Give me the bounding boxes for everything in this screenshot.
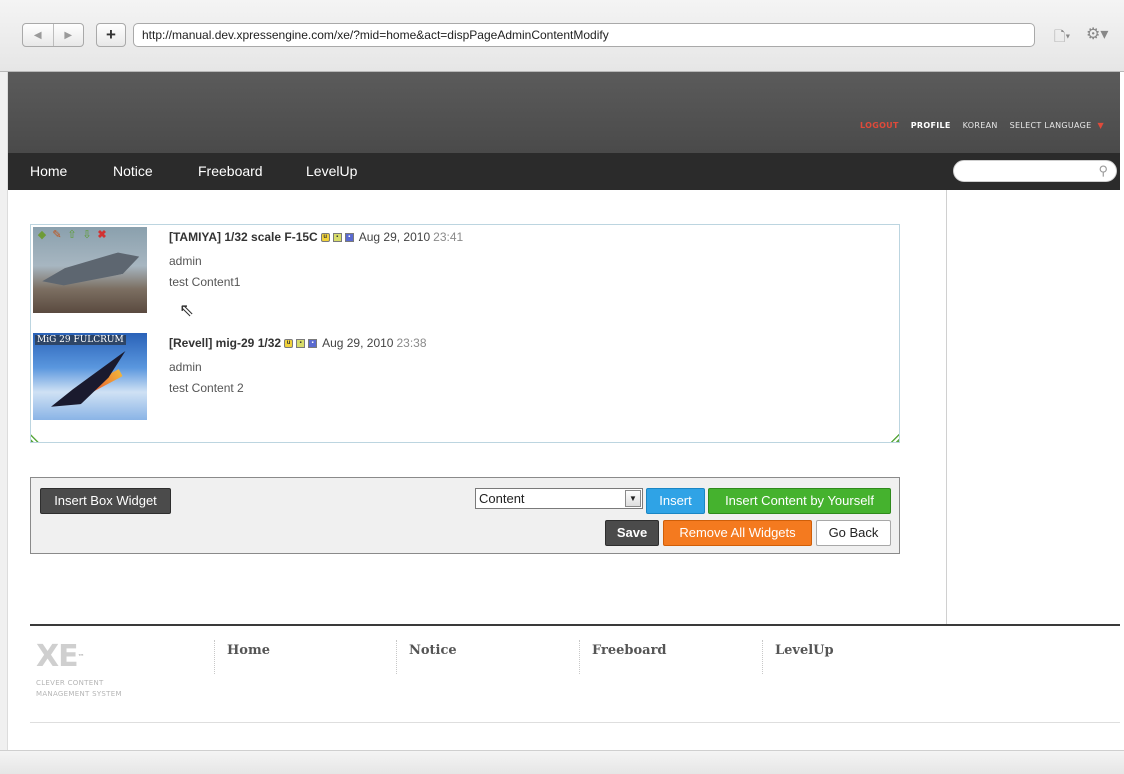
sidebar-divider bbox=[946, 190, 947, 624]
footer-nav-levelup[interactable]: LevelUp bbox=[762, 640, 834, 674]
post-content: test Content1 bbox=[169, 275, 241, 289]
list-item: [Revell] mig-29 1/32 u ▪ ▪ Aug 29, 2010 … bbox=[169, 336, 427, 395]
trademark-mark: ™ bbox=[77, 653, 85, 661]
move-up-icon[interactable]: ⇧ bbox=[66, 229, 78, 241]
resize-handle-right[interactable] bbox=[889, 432, 899, 442]
post-author: admin bbox=[169, 360, 202, 374]
footer-logo[interactable]: XE™ CLEVER CONTENT MANAGEMENT SYSTEM bbox=[36, 640, 122, 700]
post-title-row: [TAMIYA] 1/32 scale F-15C u ▪ ▪ Aug 29, … bbox=[169, 230, 463, 244]
chevron-down-icon[interactable]: ▼ bbox=[1098, 121, 1104, 130]
file-icon: ▪ bbox=[308, 338, 318, 348]
xe-logo-text: XE bbox=[36, 639, 79, 674]
edit-icon[interactable]: ✎ bbox=[51, 229, 63, 241]
back-arrow-icon: ◀ bbox=[33, 29, 42, 41]
page-menu-icon[interactable]: 🗋▾ bbox=[1054, 26, 1078, 44]
nav-item-freeboard[interactable]: Freeboard bbox=[198, 153, 263, 190]
delete-icon[interactable]: ✖ bbox=[96, 229, 108, 241]
back-button[interactable]: ◀ bbox=[23, 24, 54, 46]
widget-toolbar: ◆ ✎ ⇧ ⇩ ✖ bbox=[36, 229, 108, 241]
gear-menu-icon[interactable]: ⚙▾ bbox=[1086, 24, 1116, 44]
resize-handle-left[interactable] bbox=[31, 432, 41, 442]
widget-admin-panel: Insert Box Widget Content ▼ Insert Inser… bbox=[30, 477, 900, 554]
save-button[interactable]: Save bbox=[605, 520, 659, 546]
image-icon: ▪ bbox=[296, 338, 306, 348]
image-icon: ▪ bbox=[332, 232, 342, 242]
post-time: 23:41 bbox=[433, 230, 464, 244]
address-bar[interactable]: http://manual.dev.xpressengine.com/xe/?m… bbox=[133, 23, 1035, 47]
footer-nav-notice[interactable]: Notice bbox=[396, 640, 457, 674]
footer-tagline-1: CLEVER CONTENT bbox=[36, 679, 104, 687]
browser-status-bar bbox=[0, 750, 1124, 774]
browser-toolbar: ◀ ▶ + http://manual.dev.xpressengine.com… bbox=[0, 0, 1124, 72]
widget-type-value: Content bbox=[479, 491, 525, 506]
select-language-link[interactable]: SELECT LANGUAGE bbox=[1010, 121, 1092, 130]
remove-all-widgets-button[interactable]: Remove All Widgets bbox=[663, 520, 812, 546]
box-art-label: MiG 29 FULCRUM bbox=[35, 335, 126, 345]
forward-arrow-icon: ▶ bbox=[64, 29, 73, 41]
insert-content-by-yourself-button[interactable]: Insert Content by Yourself bbox=[708, 488, 891, 514]
nav-item-levelup[interactable]: LevelUp bbox=[306, 153, 357, 190]
footer-nav-freeboard[interactable]: Freeboard bbox=[579, 640, 667, 674]
content-widget[interactable]: ◆ ✎ ⇧ ⇩ ✖ [TAMIYA] 1/32 scale F-15C u ▪ … bbox=[30, 224, 900, 443]
insert-button[interactable]: Insert bbox=[646, 488, 705, 514]
search-input[interactable]: ⚲ bbox=[953, 160, 1117, 182]
post-author: admin bbox=[169, 254, 202, 268]
update-icon: u bbox=[320, 232, 330, 242]
post-content: test Content 2 bbox=[169, 381, 244, 395]
nav-item-notice[interactable]: Notice bbox=[113, 153, 153, 190]
logout-link[interactable]: LOGOUT bbox=[860, 121, 899, 130]
chevron-down-icon[interactable]: ▼ bbox=[625, 490, 641, 507]
jet-image-shape bbox=[44, 351, 137, 417]
plus-icon: + bbox=[106, 25, 116, 44]
file-icon: ▪ bbox=[344, 232, 354, 242]
post-date: Aug 29, 2010 bbox=[322, 336, 394, 350]
footer-bottom-divider bbox=[30, 722, 1120, 723]
window-left-edge bbox=[0, 72, 8, 750]
search-icon[interactable]: ⚲ bbox=[1098, 163, 1108, 179]
back-forward-group: ◀ ▶ bbox=[22, 23, 84, 47]
jet-image-shape bbox=[40, 248, 142, 292]
footer-tagline-2: MANAGEMENT SYSTEM bbox=[36, 690, 122, 698]
post-title-row: [Revell] mig-29 1/32 u ▪ ▪ Aug 29, 2010 … bbox=[169, 336, 427, 350]
forward-button[interactable]: ▶ bbox=[54, 24, 84, 46]
footer-nav-home[interactable]: Home bbox=[214, 640, 270, 674]
site-header: LOGOUT PROFILE KOREAN SELECT LANGUAGE ▼ bbox=[8, 72, 1120, 153]
korean-link[interactable]: KOREAN bbox=[963, 121, 998, 130]
go-back-button[interactable]: Go Back bbox=[816, 520, 891, 546]
post-thumbnail[interactable]: ◆ ✎ ⇧ ⇩ ✖ bbox=[33, 227, 147, 313]
insert-box-widget-button[interactable]: Insert Box Widget bbox=[40, 488, 171, 514]
post-time: 23:38 bbox=[396, 336, 427, 350]
post-title[interactable]: [TAMIYA] 1/32 scale F-15C bbox=[169, 230, 318, 244]
move-down-icon[interactable]: ⇩ bbox=[81, 229, 93, 241]
widget-type-select[interactable]: Content ▼ bbox=[475, 488, 643, 509]
account-links: LOGOUT PROFILE KOREAN SELECT LANGUAGE ▼ bbox=[860, 121, 1104, 130]
post-title[interactable]: [Revell] mig-29 1/32 bbox=[169, 336, 281, 350]
mouse-pointer-icon: ⇖ bbox=[179, 300, 195, 320]
list-item: [TAMIYA] 1/32 scale F-15C u ▪ ▪ Aug 29, … bbox=[169, 230, 463, 289]
new-tab-button[interactable]: + bbox=[96, 23, 126, 47]
post-date: Aug 29, 2010 bbox=[358, 230, 431, 244]
nav-item-home[interactable]: Home bbox=[30, 153, 67, 190]
profile-link[interactable]: PROFILE bbox=[911, 121, 951, 130]
cube-icon[interactable]: ◆ bbox=[36, 229, 48, 241]
update-icon: u bbox=[284, 338, 294, 348]
main-nav: Home Notice Freeboard LevelUp ⚲ bbox=[8, 153, 1120, 190]
footer-divider bbox=[30, 624, 1120, 626]
post-thumbnail[interactable]: MiG 29 FULCRUM bbox=[33, 333, 147, 420]
